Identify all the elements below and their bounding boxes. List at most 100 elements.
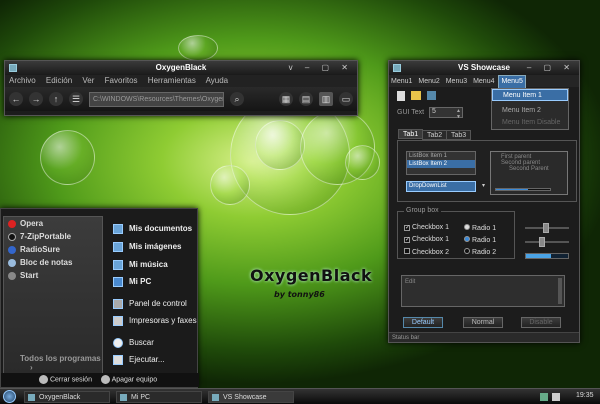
views-icon[interactable]: ☰: [69, 92, 83, 106]
menu1[interactable]: Menu1: [389, 76, 414, 88]
menu-ayuda[interactable]: Ayuda: [206, 76, 229, 85]
progress-bar: [495, 188, 551, 191]
logoff-button[interactable]: Cerrar sesión: [39, 375, 92, 384]
tray-volume-icon[interactable]: [552, 393, 560, 401]
vs-titlebar[interactable]: VS Showcase – ▢ ✕: [389, 61, 579, 75]
computer-icon: [113, 277, 123, 287]
menu-archivo[interactable]: Archivo: [9, 76, 36, 85]
forward-arrow-icon[interactable]: →: [29, 92, 43, 106]
program-radiosure[interactable]: RadioSure: [4, 243, 102, 256]
open-folder-icon[interactable]: [411, 91, 421, 100]
task-oxygenblack[interactable]: OxygenBlack: [24, 391, 110, 403]
my-computer[interactable]: Mi PC: [113, 276, 151, 288]
program-opera[interactable]: Opera: [4, 217, 102, 230]
music-folder-icon: [113, 260, 123, 270]
vs-window-controls[interactable]: – ▢ ✕: [527, 61, 575, 75]
menu-item-disabled: Menu Item Disable: [502, 119, 561, 126]
explorer-window[interactable]: OxygenBlack v – ▢ ✕ Archivo Edición Ver …: [4, 60, 358, 116]
radio-icon: [8, 246, 16, 254]
vs-showcase-window[interactable]: VS Showcase – ▢ ✕ Menu1 Menu2 Menu3 Menu…: [388, 60, 580, 343]
tab-1[interactable]: Tab1: [398, 129, 424, 139]
disable-button: Disable: [521, 317, 561, 328]
tab-2[interactable]: Tab2: [422, 130, 448, 140]
clock[interactable]: 19:35: [576, 392, 594, 399]
slider-thumb[interactable]: [543, 223, 549, 233]
tab-3[interactable]: Tab3: [446, 130, 472, 140]
spinner-arrows-icon[interactable]: ▲ ▼: [456, 108, 461, 120]
menu-ver[interactable]: Ver: [82, 76, 94, 85]
menu-item-2[interactable]: Menu Item 2: [492, 105, 568, 117]
tree-node[interactable]: Second Parent: [491, 166, 567, 172]
search-icon[interactable]: ⌕: [230, 92, 244, 106]
radio-2[interactable]: Radio 2: [464, 248, 496, 256]
dropdown-list[interactable]: DropDownList ▾: [406, 181, 485, 192]
start-orb-icon[interactable]: [3, 390, 16, 403]
run[interactable]: Ejecutar...: [113, 354, 165, 366]
picture-icon[interactable]: ▭: [339, 92, 353, 106]
program-start[interactable]: Start: [4, 269, 102, 282]
new-file-icon[interactable]: [397, 91, 405, 101]
progress-bar-blue-fill: [526, 254, 552, 258]
folder-icon: [9, 64, 17, 72]
program-notepad[interactable]: Bloc de notas: [4, 256, 102, 269]
my-pictures[interactable]: Mis imágenes: [113, 241, 181, 253]
pictures-folder-icon: [113, 242, 123, 252]
menu2[interactable]: Menu2: [416, 76, 441, 88]
menu5[interactable]: Menu5: [498, 75, 526, 89]
chevron-down-icon: ▾: [481, 183, 485, 189]
wallpaper-bubble: [345, 145, 380, 180]
tray-network-icon[interactable]: [540, 393, 548, 401]
radio-1[interactable]: Radio 1: [464, 224, 496, 232]
normal-button[interactable]: Normal: [463, 317, 503, 328]
menu-item-1[interactable]: Menu Item 1: [492, 89, 568, 101]
window-controls[interactable]: v – ▢ ✕: [289, 61, 353, 75]
up-arrow-icon[interactable]: ↑: [49, 92, 63, 106]
run-icon: [113, 355, 123, 365]
vs-toolbar: [397, 91, 436, 101]
tab-panel: ListBox Item 1 ListBox Item 2 DropDownLi…: [397, 140, 577, 202]
address-bar[interactable]: C:\WINDOWS\Resources\Themes\OxygenBlack: [89, 91, 224, 107]
menu-herramientas[interactable]: Herramientas: [148, 76, 196, 85]
scrollbar[interactable]: [558, 278, 562, 304]
explorer-titlebar[interactable]: OxygenBlack v – ▢ ✕: [5, 61, 357, 75]
shutdown-button[interactable]: Apagar equipo: [101, 375, 157, 384]
tree-view[interactable]: First parent Second parent Second Parent: [490, 151, 568, 195]
slider-track-2[interactable]: [525, 241, 569, 243]
listbox[interactable]: ListBox Item 1 ListBox Item 2: [406, 151, 476, 175]
back-arrow-icon[interactable]: ←: [9, 92, 23, 106]
checkbox-1[interactable]: ✓ Checkbox 1: [404, 224, 449, 231]
save-icon[interactable]: [427, 91, 436, 100]
menu3[interactable]: Menu3: [444, 76, 469, 88]
radio-1b[interactable]: Radio 1: [464, 236, 496, 244]
power-icon: [101, 375, 110, 384]
printer-icon: [113, 316, 123, 326]
printers-faxes[interactable]: Impresoras y faxes: [113, 315, 197, 327]
task-vs-showcase[interactable]: VS Showcase: [208, 391, 294, 403]
checkbox-2[interactable]: Checkbox 2: [404, 248, 449, 256]
default-button[interactable]: Default: [403, 317, 443, 328]
edit-box[interactable]: Edit: [401, 275, 565, 307]
program-7zip[interactable]: 7-ZipPortable: [4, 230, 102, 243]
wallpaper-bubble: [178, 35, 218, 61]
folder-view-icon[interactable]: ▤: [299, 92, 313, 106]
checkbox-1b[interactable]: ✓ Checkbox 1: [404, 236, 449, 243]
menu-favoritos[interactable]: Favoritos: [105, 76, 138, 85]
control-panel[interactable]: Panel de control: [113, 298, 187, 310]
task-mi-pc[interactable]: Mi PC: [116, 391, 202, 403]
computer-icon: [120, 394, 127, 401]
menu4[interactable]: Menu4: [471, 76, 496, 88]
search[interactable]: Buscar: [113, 337, 154, 349]
explorer-toolbar: ← → ↑ ☰ C:\WINDOWS\Resources\Themes\Oxyg…: [5, 87, 357, 111]
slider-thumb-2[interactable]: [539, 237, 545, 247]
settings-icon[interactable]: ▦: [279, 92, 293, 106]
listbox-item[interactable]: ListBox Item 1: [407, 152, 475, 160]
menu-edicion[interactable]: Edición: [46, 76, 72, 85]
all-programs[interactable]: Todos los programas ›: [20, 354, 102, 372]
my-music[interactable]: Mi música: [113, 259, 168, 271]
progress-fill: [496, 189, 529, 190]
group-box: Group box ✓ Checkbox 1 ✓ Checkbox 1 Checkb…: [397, 207, 515, 259]
my-documents[interactable]: Mis documentos: [113, 223, 192, 235]
preview-pane-icon[interactable]: ▥: [319, 92, 333, 106]
vs-menubar: Menu1 Menu2 Menu3 Menu4 Menu5: [389, 75, 579, 89]
listbox-item-selected[interactable]: ListBox Item 2: [407, 160, 475, 168]
